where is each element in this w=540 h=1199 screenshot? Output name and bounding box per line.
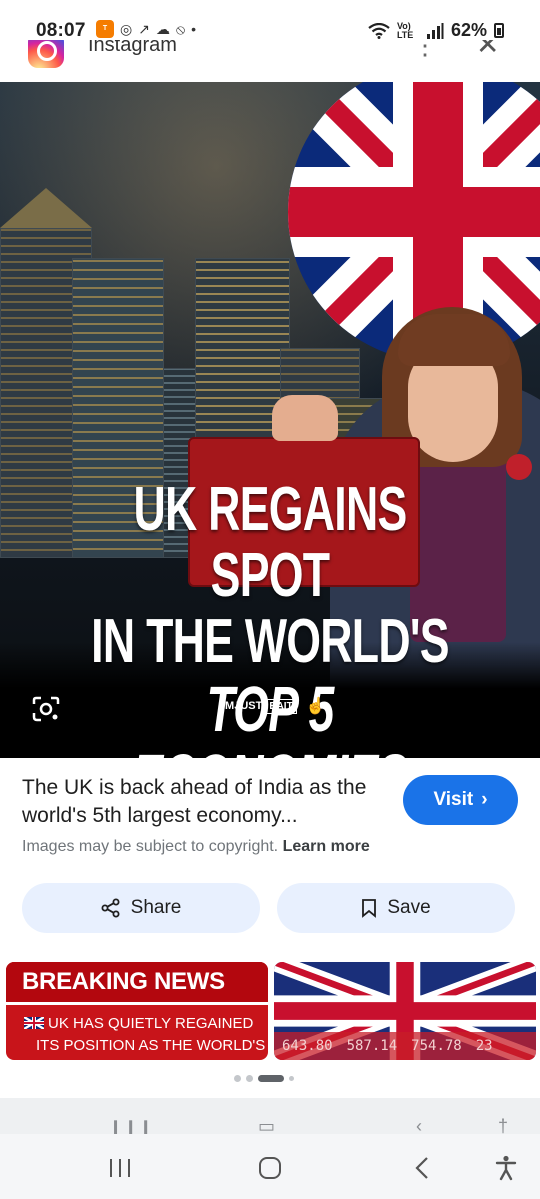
share-label: Share [130,897,182,918]
source-header[interactable]: Instagram ⋮ ✕ [0,40,540,80]
news-line-2: ITS POSITION AS THE WORLD'S [36,1037,266,1054]
skyscraper-roof [0,188,92,228]
cloud-icon: ☁ [155,20,170,37]
headline-line-2: IN THE WORLD'S [91,607,449,676]
share-button[interactable]: Share [22,883,260,933]
instagram-icon [28,40,64,68]
save-button[interactable]: Save [277,883,515,933]
bookmark-icon [362,899,377,918]
status-system-icons: Vo) LTE 62% [368,20,504,41]
headline-line-3: TOP 5 ECONOMIES [132,673,408,758]
learn-more-link[interactable]: Learn more [283,838,370,855]
status-notification-icons: T ◎ ↗ ☁ ⦸ • [96,20,196,38]
result-title[interactable]: The UK is back ahead of India as the wor… [22,774,382,830]
recents-icon[interactable] [100,1148,140,1188]
save-label: Save [387,897,431,918]
close-icon[interactable]: ✕ [476,40,499,61]
brand-prefix: IMJUST [222,700,263,712]
visit-button[interactable]: Visit › [403,775,518,825]
battery-percent: 62% [450,20,487,40]
ticker-value: 754.78 [411,1038,462,1054]
ticker-value: 643.80 [282,1038,333,1054]
signal-icon [426,22,444,39]
system-navigation-bar [0,1134,540,1199]
wifi-icon [368,22,390,39]
copyright-notice: Images may be subject to copyright. Lear… [22,838,370,856]
news-line-1: UK HAS QUIETLY REGAINED [23,1015,264,1032]
home-icon[interactable] [250,1148,290,1188]
accessibility-icon[interactable] [486,1148,526,1188]
page-dot [246,1075,253,1082]
result-image[interactable]: UK REGAINS SPOT IN THE WORLD'S TOP 5 ECO… [0,82,540,758]
breaking-news-banner: BREAKING NEWS [6,962,268,1002]
uk-flag-icon [23,1015,45,1031]
page-dot [234,1075,241,1082]
hand [272,395,338,441]
app-bottom-bar: ❙❙❙ ▭ ‹ † [0,1098,540,1138]
banner-divider [6,1002,268,1005]
link-icon: ↗ [138,20,150,37]
dot-icon: • [191,21,196,37]
pointer-hand-icon: ☝ [305,698,326,715]
person-bangs [398,314,510,366]
poppy-pin [506,454,532,480]
ticker-value: 23 [475,1038,493,1054]
page-dot-active [258,1075,284,1082]
more-options-icon[interactable]: ⋮ [412,40,438,61]
visit-label: Visit [433,789,474,810]
share-icon [101,898,120,918]
messenger-icon: ◎ [120,20,133,37]
back-icon[interactable] [402,1148,442,1188]
page-dot [289,1076,294,1081]
related-image-breaking-news[interactable]: BREAKING NEWS UK HAS QUIETLY REGAINED IT… [6,962,268,1060]
battery-icon [494,23,504,38]
copyright-text: Images may be subject to copyright. [22,838,279,855]
temu-icon: T [96,20,114,38]
ticker-value: 587.14 [346,1038,398,1054]
brand-watermark: IMJUST BAIT ☝ [222,696,326,716]
source-name: Instagram [88,40,177,56]
status-time: 08:07 [36,20,86,41]
carousel-indicator [234,1075,294,1082]
brand-box: BAIT [265,698,297,714]
google-lens-icon[interactable] [32,696,60,722]
volte-icon: Vo) LTE [396,20,414,40]
headline-line-1: UK REGAINS SPOT [133,475,407,610]
related-image-flag[interactable]: 643.80 587.14 754.78 23 [274,962,536,1060]
news-line-1-text: UK HAS QUIETLY REGAINED [48,1015,254,1032]
dnd-icon: ⦸ [175,20,186,37]
stock-ticker: 643.80 587.14 754.78 23 [274,1032,536,1060]
chevron-right-icon: › [481,789,488,810]
